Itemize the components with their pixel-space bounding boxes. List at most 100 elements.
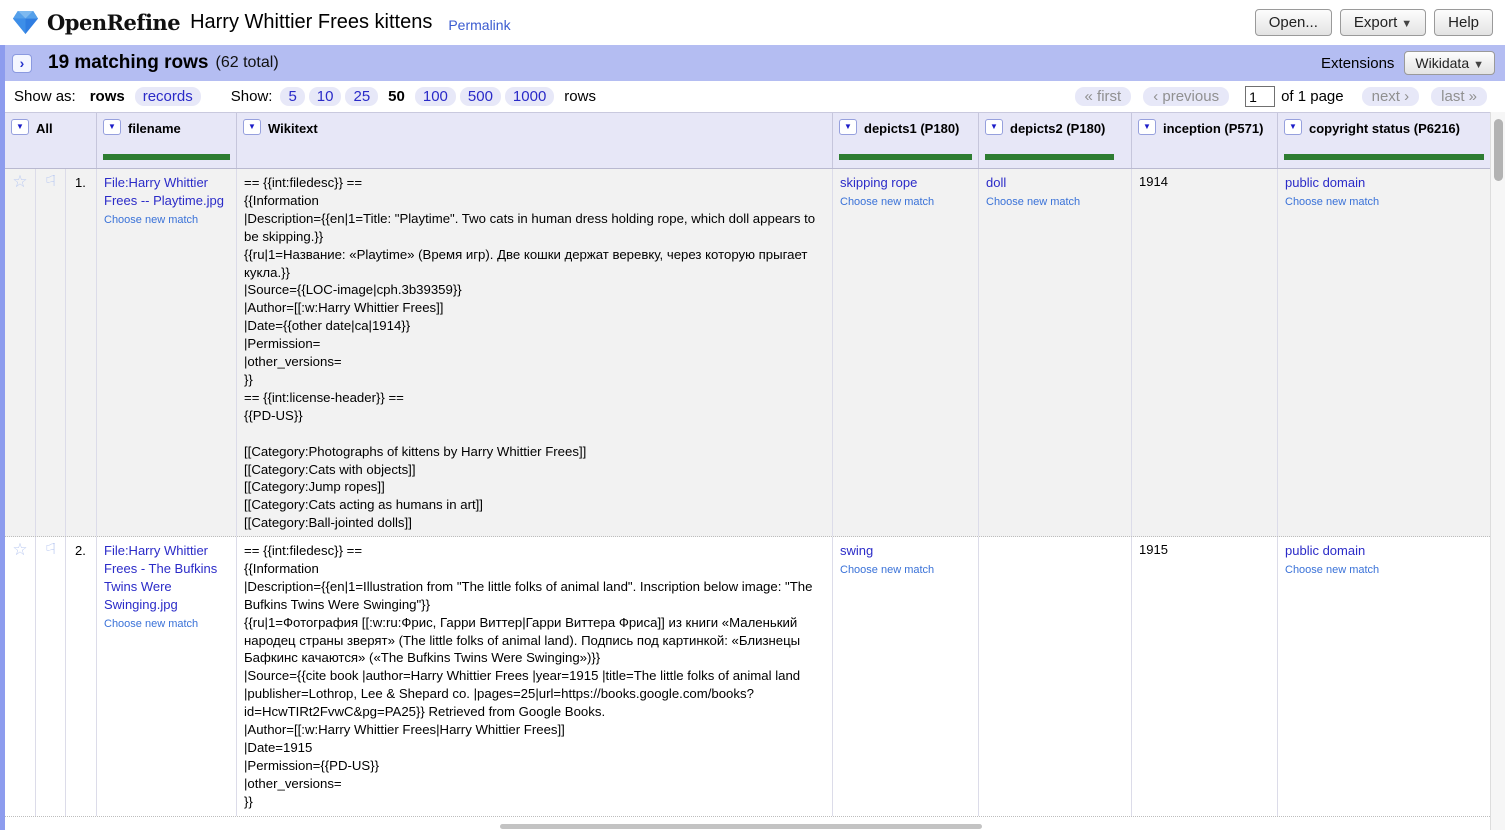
recon-progress-depicts1	[839, 154, 972, 160]
depicts2-value-link[interactable]: doll	[986, 175, 1006, 190]
expand-facet-panel-button[interactable]: ›	[12, 54, 32, 73]
choose-new-match-link[interactable]: Choose new match	[104, 617, 229, 631]
column-header-depicts1: ▼ depicts1 (P180)	[833, 113, 979, 168]
star-icon[interactable]: ☆	[12, 172, 27, 191]
page-size-100[interactable]: 100	[415, 87, 456, 106]
copyright-status-cell: public domain Choose new match	[1278, 169, 1490, 536]
first-page-button[interactable]: « first	[1075, 87, 1132, 106]
depicts1-value-link[interactable]: swing	[840, 543, 873, 558]
column-menu-depicts2-icon[interactable]: ▼	[985, 119, 1003, 135]
previous-page-button[interactable]: ‹ previous	[1143, 87, 1229, 106]
flag-cell: ⚐	[36, 537, 66, 816]
summary-bar: › 19 matching rows (62 total) Extensions…	[0, 45, 1505, 81]
view-bar: Show as: rows records Show: 5 10 25 50 1…	[0, 81, 1505, 112]
recon-progress-copyright	[1284, 154, 1484, 160]
show-label: Show:	[231, 88, 273, 105]
app-name: OpenRefine	[47, 10, 180, 35]
inception-cell[interactable]: 1915	[1132, 537, 1278, 816]
data-table: ▼ All ▼ filename ▼ Wikitext ▼ depicts1 (…	[5, 112, 1490, 830]
column-menu-wikitext-icon[interactable]: ▼	[243, 119, 261, 135]
vertical-scrollbar-thumb[interactable]	[1494, 119, 1503, 181]
page-count-label: of 1 page	[1281, 88, 1344, 105]
extensions-label: Extensions	[1321, 55, 1394, 72]
top-bar: OpenRefine Harry Whittier Frees kittens …	[0, 0, 1505, 45]
depicts2-cell[interactable]	[979, 537, 1132, 816]
total-rows-count: (62 total)	[216, 54, 279, 72]
row-index: 1.	[66, 169, 97, 536]
filename-link[interactable]: File:Harry Whittier Frees -- Playtime.jp…	[104, 175, 224, 208]
depicts1-cell: swing Choose new match	[833, 537, 979, 816]
page-size-500[interactable]: 500	[460, 87, 501, 106]
table-row: ☆ ⚐ 1. File:Harry Whittier Frees -- Play…	[5, 169, 1490, 537]
choose-new-match-link[interactable]: Choose new match	[104, 213, 229, 227]
copyright-value-link[interactable]: public domain	[1285, 543, 1365, 558]
choose-new-match-link[interactable]: Choose new match	[1285, 563, 1483, 577]
page-number-input[interactable]	[1245, 86, 1275, 107]
table-header-row: ▼ All ▼ filename ▼ Wikitext ▼ depicts1 (…	[5, 112, 1490, 169]
filename-link[interactable]: File:Harry Whittier Frees - The Bufkins …	[104, 543, 217, 612]
next-page-button[interactable]: next ›	[1362, 87, 1420, 106]
choose-new-match-link[interactable]: Choose new match	[840, 563, 971, 577]
star-cell: ☆	[5, 169, 36, 536]
depicts1-value-link[interactable]: skipping rope	[840, 175, 917, 190]
copyright-value-link[interactable]: public domain	[1285, 175, 1365, 190]
flag-icon[interactable]: ⚐	[44, 173, 57, 190]
show-as-label: Show as:	[14, 88, 76, 105]
flag-cell: ⚐	[36, 169, 66, 536]
filename-cell: File:Harry Whittier Frees -- Playtime.jp…	[97, 169, 237, 536]
column-menu-inception-icon[interactable]: ▼	[1138, 119, 1156, 135]
page-size-10[interactable]: 10	[309, 87, 342, 106]
vertical-scrollbar[interactable]	[1490, 112, 1505, 830]
inception-cell[interactable]: 1914	[1132, 169, 1278, 536]
wikitext-cell[interactable]: == {{int:filedesc}} == {{Information |De…	[237, 537, 833, 816]
page-size-1000[interactable]: 1000	[505, 87, 554, 106]
show-as-records[interactable]: records	[135, 87, 201, 106]
column-menu-all-icon[interactable]: ▼	[11, 119, 29, 135]
column-header-copyright-status: ▼ copyright status (P6216)	[1278, 113, 1490, 168]
depicts2-cell: doll Choose new match	[979, 169, 1132, 536]
column-menu-copyright-icon[interactable]: ▼	[1284, 119, 1302, 135]
page-size-25[interactable]: 25	[345, 87, 378, 106]
row-index: 2.	[66, 537, 97, 816]
permalink-link[interactable]: Permalink	[448, 17, 510, 33]
show-as-rows[interactable]: rows	[84, 87, 131, 106]
project-title: Harry Whittier Frees kittens	[190, 11, 432, 34]
caret-down-icon: ▼	[1401, 18, 1412, 30]
collapsed-facet-panel[interactable]	[0, 45, 5, 830]
column-header-depicts2: ▼ depicts2 (P180)	[979, 113, 1132, 168]
column-menu-depicts1-icon[interactable]: ▼	[839, 119, 857, 135]
pagination: « first ‹ previous of 1 page next › last…	[1063, 86, 1493, 107]
recon-progress-depicts2	[985, 154, 1114, 160]
export-button[interactable]: Export▼	[1340, 9, 1426, 36]
flag-icon[interactable]: ⚐	[44, 541, 57, 558]
recon-progress-filename	[103, 154, 230, 160]
open-button[interactable]: Open...	[1255, 9, 1332, 36]
caret-down-icon: ▼	[1473, 59, 1484, 71]
page-size-suffix: rows	[564, 88, 596, 105]
star-cell: ☆	[5, 537, 36, 816]
page-size-50-selected[interactable]: 50	[382, 87, 411, 106]
table-row: ☆ ⚐ 2. File:Harry Whittier Frees - The B…	[5, 537, 1490, 817]
choose-new-match-link[interactable]: Choose new match	[986, 195, 1124, 209]
depicts1-cell: skipping rope Choose new match	[833, 169, 979, 536]
wikidata-extension-button[interactable]: Wikidata▼	[1404, 51, 1495, 75]
horizontal-scrollbar-thumb[interactable]	[500, 824, 982, 829]
openrefine-diamond-icon	[12, 10, 39, 35]
star-icon[interactable]: ☆	[12, 540, 27, 559]
openrefine-window: OpenRefine Harry Whittier Frees kittens …	[0, 0, 1505, 830]
column-header-all: ▼ All	[5, 113, 97, 168]
help-button[interactable]: Help	[1434, 9, 1493, 36]
column-header-inception: ▼ inception (P571)	[1132, 113, 1278, 168]
choose-new-match-link[interactable]: Choose new match	[1285, 195, 1483, 209]
page-size-5[interactable]: 5	[280, 87, 304, 106]
choose-new-match-link[interactable]: Choose new match	[840, 195, 971, 209]
wikitext-cell[interactable]: == {{int:filedesc}} == {{Information |De…	[237, 169, 833, 536]
column-header-filename: ▼ filename	[97, 113, 237, 168]
column-header-wikitext: ▼ Wikitext	[237, 113, 833, 168]
copyright-status-cell: public domain Choose new match	[1278, 537, 1490, 816]
matching-rows-count: 19 matching rows	[48, 52, 209, 74]
topbar-buttons: Open... Export▼ Help	[1255, 9, 1493, 36]
last-page-button[interactable]: last »	[1431, 87, 1487, 106]
filename-cell: File:Harry Whittier Frees - The Bufkins …	[97, 537, 237, 816]
column-menu-filename-icon[interactable]: ▼	[103, 119, 121, 135]
